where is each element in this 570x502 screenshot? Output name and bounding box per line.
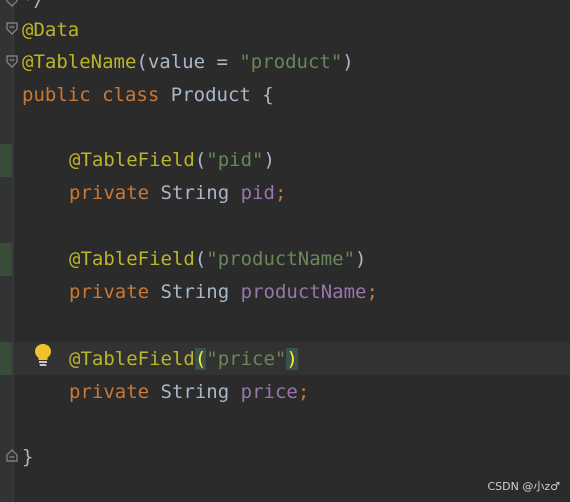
code-line[interactable]: @TableField("price") xyxy=(22,345,298,373)
code-line[interactable]: @TableName(value = "product") xyxy=(22,48,354,76)
fold-icon[interactable] xyxy=(6,448,18,462)
semicolon: ; xyxy=(297,381,310,403)
semicolon: ; xyxy=(366,281,378,303)
change-marker[interactable] xyxy=(0,144,12,177)
keyword-private: private xyxy=(69,182,150,204)
field-name: productName xyxy=(240,281,367,303)
paren-close: ) xyxy=(355,248,367,270)
annotation-tablefield: @TableField xyxy=(69,248,195,270)
type-name: String xyxy=(160,281,230,303)
comment-end: */ xyxy=(22,0,45,11)
tablename-value: "product" xyxy=(239,51,343,73)
gutter-divider xyxy=(13,0,14,502)
field-name: pid xyxy=(240,182,275,204)
annotation-tablefield: @TableField xyxy=(69,149,195,171)
fold-icon[interactable] xyxy=(6,22,18,36)
watermark: CSDN @小z♂ xyxy=(487,480,561,493)
code-editor[interactable]: */ @Data @TableName(value = "product") p… xyxy=(0,0,570,502)
tablename-args: (value = xyxy=(136,51,240,73)
paren-open: ( xyxy=(194,149,207,171)
paren-open-matched: ( xyxy=(194,348,207,370)
semicolon: ; xyxy=(274,182,287,204)
code-line[interactable]: @TableField("pid") xyxy=(22,146,275,174)
open-brace: { xyxy=(262,84,274,106)
fold-icon[interactable] xyxy=(6,55,18,69)
tablename-close: ) xyxy=(342,51,354,73)
paren-close-matched: ) xyxy=(286,348,298,370)
column-name: "price" xyxy=(206,348,287,370)
type-name: String xyxy=(160,381,230,403)
change-marker[interactable] xyxy=(0,243,12,276)
keyword-public: public xyxy=(22,84,91,106)
code-line[interactable]: } xyxy=(22,443,33,471)
column-name: "productName" xyxy=(206,248,356,270)
annotation-tablefield: @TableField xyxy=(69,348,195,370)
paren-open: ( xyxy=(194,248,207,270)
type-name: String xyxy=(160,182,230,204)
paren-close: ) xyxy=(263,149,275,171)
code-line[interactable]: @TableField("productName") xyxy=(22,245,366,273)
keyword-private: private xyxy=(69,281,150,303)
annotation-tablename: @TableName xyxy=(22,51,137,73)
code-line[interactable]: */ xyxy=(22,0,45,14)
annotation-data: @Data xyxy=(22,19,80,41)
change-marker[interactable] xyxy=(0,342,12,375)
fold-icon[interactable] xyxy=(6,0,18,8)
code-line[interactable]: public class Product { xyxy=(22,81,274,109)
code-line[interactable]: private String pid; xyxy=(22,179,286,207)
code-line[interactable]: private String productName; xyxy=(22,278,378,306)
close-brace: } xyxy=(22,446,34,468)
code-line[interactable]: @Data xyxy=(22,16,79,44)
field-name: price xyxy=(240,381,298,403)
keyword-class: class xyxy=(102,84,160,106)
code-line[interactable]: private String price; xyxy=(22,378,309,406)
keyword-private: private xyxy=(69,381,150,403)
class-name: Product xyxy=(170,84,251,106)
column-name: "pid" xyxy=(206,149,264,171)
